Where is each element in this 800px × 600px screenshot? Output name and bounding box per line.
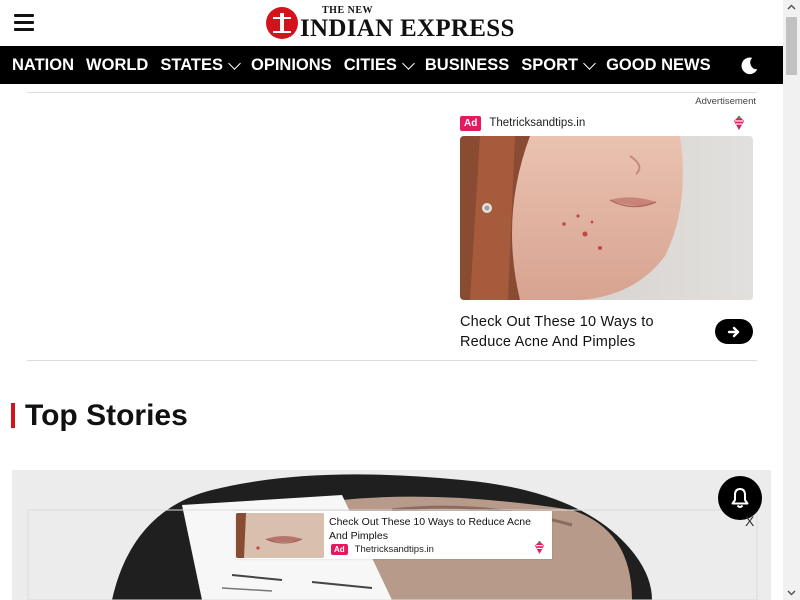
nav-item-world[interactable]: WORLD bbox=[86, 56, 148, 75]
scrollbar-thumb[interactable] bbox=[786, 17, 797, 75]
sticky-ad-badge: Ad bbox=[331, 544, 348, 555]
site-header: THE NEW INDIAN EXPRESS bbox=[0, 0, 783, 46]
sticky-ad-close-button[interactable]: X bbox=[745, 513, 754, 529]
bell-icon bbox=[731, 488, 749, 508]
nav-item-label: GOOD NEWS bbox=[606, 55, 711, 74]
ad-headline[interactable]: Check Out These 10 Ways to Reduce Acne A… bbox=[460, 312, 690, 352]
nav-item-label: SPORT bbox=[521, 55, 579, 74]
chevron-down-icon[interactable] bbox=[228, 56, 241, 70]
nav-item-label: CITIES bbox=[343, 55, 397, 74]
divider bbox=[27, 360, 757, 361]
nav-item-label: BUSINESS bbox=[424, 55, 510, 74]
nav-item-label: OPINIONS bbox=[251, 55, 332, 74]
ad-card[interactable]: Ad Thetricksandtips.in Check Out These 1… bbox=[460, 114, 753, 350]
nav-item-label: NATION bbox=[12, 55, 75, 74]
sticky-ad-thumbnail[interactable] bbox=[236, 513, 324, 558]
nav-item-nation[interactable]: NATION bbox=[12, 56, 74, 75]
nav-item-good-news[interactable]: GOOD NEWS bbox=[606, 56, 711, 75]
logo-small-text: THE NEW bbox=[322, 4, 374, 16]
ad-network-logo-icon bbox=[734, 116, 744, 130]
ad-source[interactable]: Thetricksandtips.in bbox=[489, 117, 585, 129]
section-title: Top Stories bbox=[25, 399, 188, 432]
divider bbox=[27, 92, 757, 93]
page-scrollbar[interactable] bbox=[783, 0, 800, 600]
menu-icon[interactable] bbox=[14, 14, 34, 31]
nav-item-opinions[interactable]: OPINIONS bbox=[251, 56, 332, 75]
nav-item-cities[interactable]: CITIES bbox=[343, 55, 415, 75]
site-logo[interactable]: THE NEW INDIAN EXPRESS bbox=[266, 4, 515, 42]
sticky-ad-headline[interactable]: Check Out These 10 Ways to Reduce Acne A… bbox=[329, 515, 539, 543]
arrow-right-icon bbox=[727, 326, 740, 337]
scroll-down-arrow-icon[interactable] bbox=[783, 585, 800, 600]
scroll-up-arrow-icon[interactable] bbox=[783, 0, 800, 15]
chevron-down-icon[interactable] bbox=[583, 56, 596, 70]
ad-image[interactable] bbox=[460, 136, 753, 300]
logo-emblem-icon bbox=[266, 7, 298, 39]
nav-item-business[interactable]: BUSINESS bbox=[425, 56, 509, 75]
moon-icon[interactable] bbox=[738, 55, 760, 77]
sticky-ad-source[interactable]: Thetricksandtips.in bbox=[355, 544, 434, 555]
ad-badge: Ad bbox=[460, 115, 482, 131]
sticky-ad[interactable]: Check Out These 10 Ways to Reduce Acne A… bbox=[236, 511, 552, 559]
ad-cta-button[interactable] bbox=[715, 319, 753, 344]
nav-item-sport[interactable]: SPORT bbox=[521, 55, 596, 75]
nav-item-label: STATES bbox=[160, 55, 223, 74]
logo-big-text: INDIAN EXPRESS bbox=[300, 14, 515, 42]
nav-item-label: WORLD bbox=[86, 55, 149, 74]
section-accent-bar bbox=[11, 403, 15, 428]
chevron-down-icon[interactable] bbox=[402, 56, 415, 70]
advertisement-label: Advertisement bbox=[695, 96, 756, 107]
notification-bell-button[interactable] bbox=[718, 476, 762, 520]
ad-network-logo-icon bbox=[534, 541, 545, 554]
nav-item-states[interactable]: STATES bbox=[160, 55, 241, 75]
main-nav: NATION WORLD STATES OPINIONS CITIES BUSINESS S… bbox=[0, 46, 783, 84]
